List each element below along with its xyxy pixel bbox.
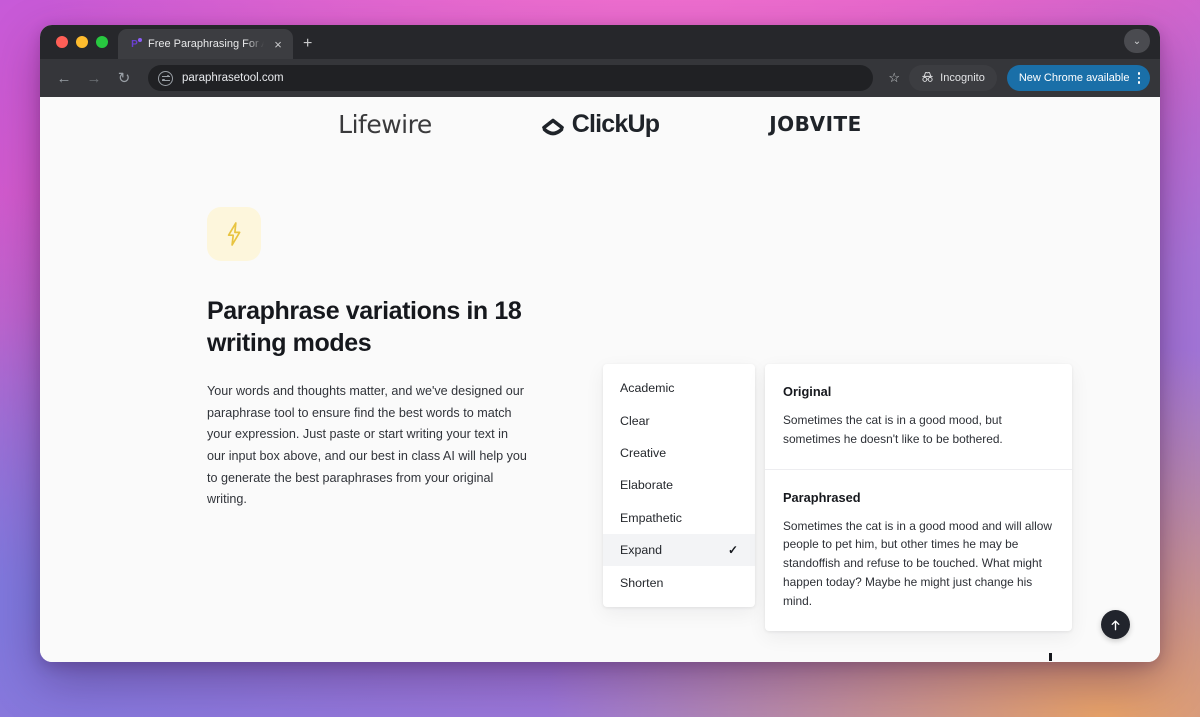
favicon-dot: [138, 37, 142, 42]
address-bar[interactable]: paraphrasetool.com: [148, 65, 874, 91]
tabstrip-right-controls: ⌄: [1124, 29, 1150, 53]
chevron-down-icon[interactable]: ⌄: [1124, 29, 1150, 53]
desktop-background: P Free Paraphrasing For All Lan × + ⌄ ← …: [0, 0, 1200, 717]
browser-toolbar: ← → ↻ paraphrasetool.com ☆ Incognito New…: [40, 59, 1160, 97]
maximize-window-button[interactable]: [96, 36, 108, 48]
window-controls: [52, 25, 118, 59]
close-tab-icon[interactable]: ×: [271, 38, 285, 51]
bookmark-star-icon[interactable]: ☆: [881, 65, 907, 91]
logo-clickup: ClickUp: [541, 109, 660, 139]
logo-lifewire: Lifewire: [338, 110, 432, 139]
site-settings-icon[interactable]: [158, 70, 173, 86]
favicon-letter: P: [131, 38, 138, 50]
original-body: Sometimes the cat is in a good mood, but…: [783, 413, 1003, 446]
close-window-button[interactable]: [56, 36, 68, 48]
mode-label: Academic: [620, 381, 675, 396]
mode-label: Creative: [620, 445, 667, 460]
back-button[interactable]: ←: [50, 64, 78, 92]
kebab-menu-icon[interactable]: [1137, 72, 1140, 84]
tab-favicon: P: [128, 37, 142, 51]
incognito-indicator[interactable]: Incognito: [909, 65, 997, 91]
original-title: Original: [783, 384, 832, 399]
partner-logos: Lifewire ClickUp JOBVITE: [40, 97, 1160, 145]
page-title: Paraphrase variations in 18 writing mode…: [207, 297, 522, 357]
incognito-hat-icon: [921, 71, 934, 85]
browser-tabstrip: P Free Paraphrasing For All Lan × + ⌄: [40, 25, 1160, 59]
logo-lifewire-label: Lifewire: [338, 109, 432, 139]
original-text-block: Original Sometimes the cat is in a good …: [765, 364, 1072, 469]
modes-copy-column: Paraphrase variations in 18 writing mode…: [207, 207, 607, 506]
chrome-update-label: New Chrome available: [1018, 72, 1130, 84]
lightning-bolt-icon: [207, 207, 261, 261]
browser-tab[interactable]: P Free Paraphrasing For All Lan ×: [118, 29, 293, 59]
mode-option-academic[interactable]: Academic: [603, 372, 755, 404]
ai-writer-section: Keywords e.g. 'plant-based', 'energy', '…: [40, 475, 1160, 662]
reload-button[interactable]: ↻: [110, 64, 138, 92]
address-bar-url: paraphrasetool.com: [182, 72, 284, 84]
forward-button[interactable]: →: [80, 64, 108, 92]
tab-title: Free Paraphrasing For All Lan: [148, 38, 264, 50]
paraphrase-modes-section: Paraphrase variations in 18 writing mode…: [40, 145, 1160, 631]
logo-jobvite: JOBVITE: [769, 112, 862, 136]
logo-jobvite-label: JOBVITE: [769, 112, 862, 136]
mode-label: Clear: [620, 413, 650, 428]
scroll-to-top-button[interactable]: [1101, 610, 1130, 639]
new-tab-button[interactable]: +: [303, 36, 312, 52]
browser-window: P Free Paraphrasing For All Lan × + ⌄ ← …: [40, 25, 1160, 662]
minimize-window-button[interactable]: [76, 36, 88, 48]
logo-clickup-label: ClickUp: [571, 109, 660, 138]
mode-option-clear[interactable]: Clear: [603, 404, 755, 436]
mode-option-creative[interactable]: Creative: [603, 437, 755, 469]
page-viewport: Lifewire ClickUp JOBVITE Paraphrase vari…: [40, 97, 1160, 662]
clickup-mark-icon: [541, 112, 564, 136]
incognito-label: Incognito: [940, 72, 985, 84]
text-cursor-artifact: [1049, 653, 1052, 661]
chrome-update-button[interactable]: New Chrome available: [1006, 65, 1150, 91]
